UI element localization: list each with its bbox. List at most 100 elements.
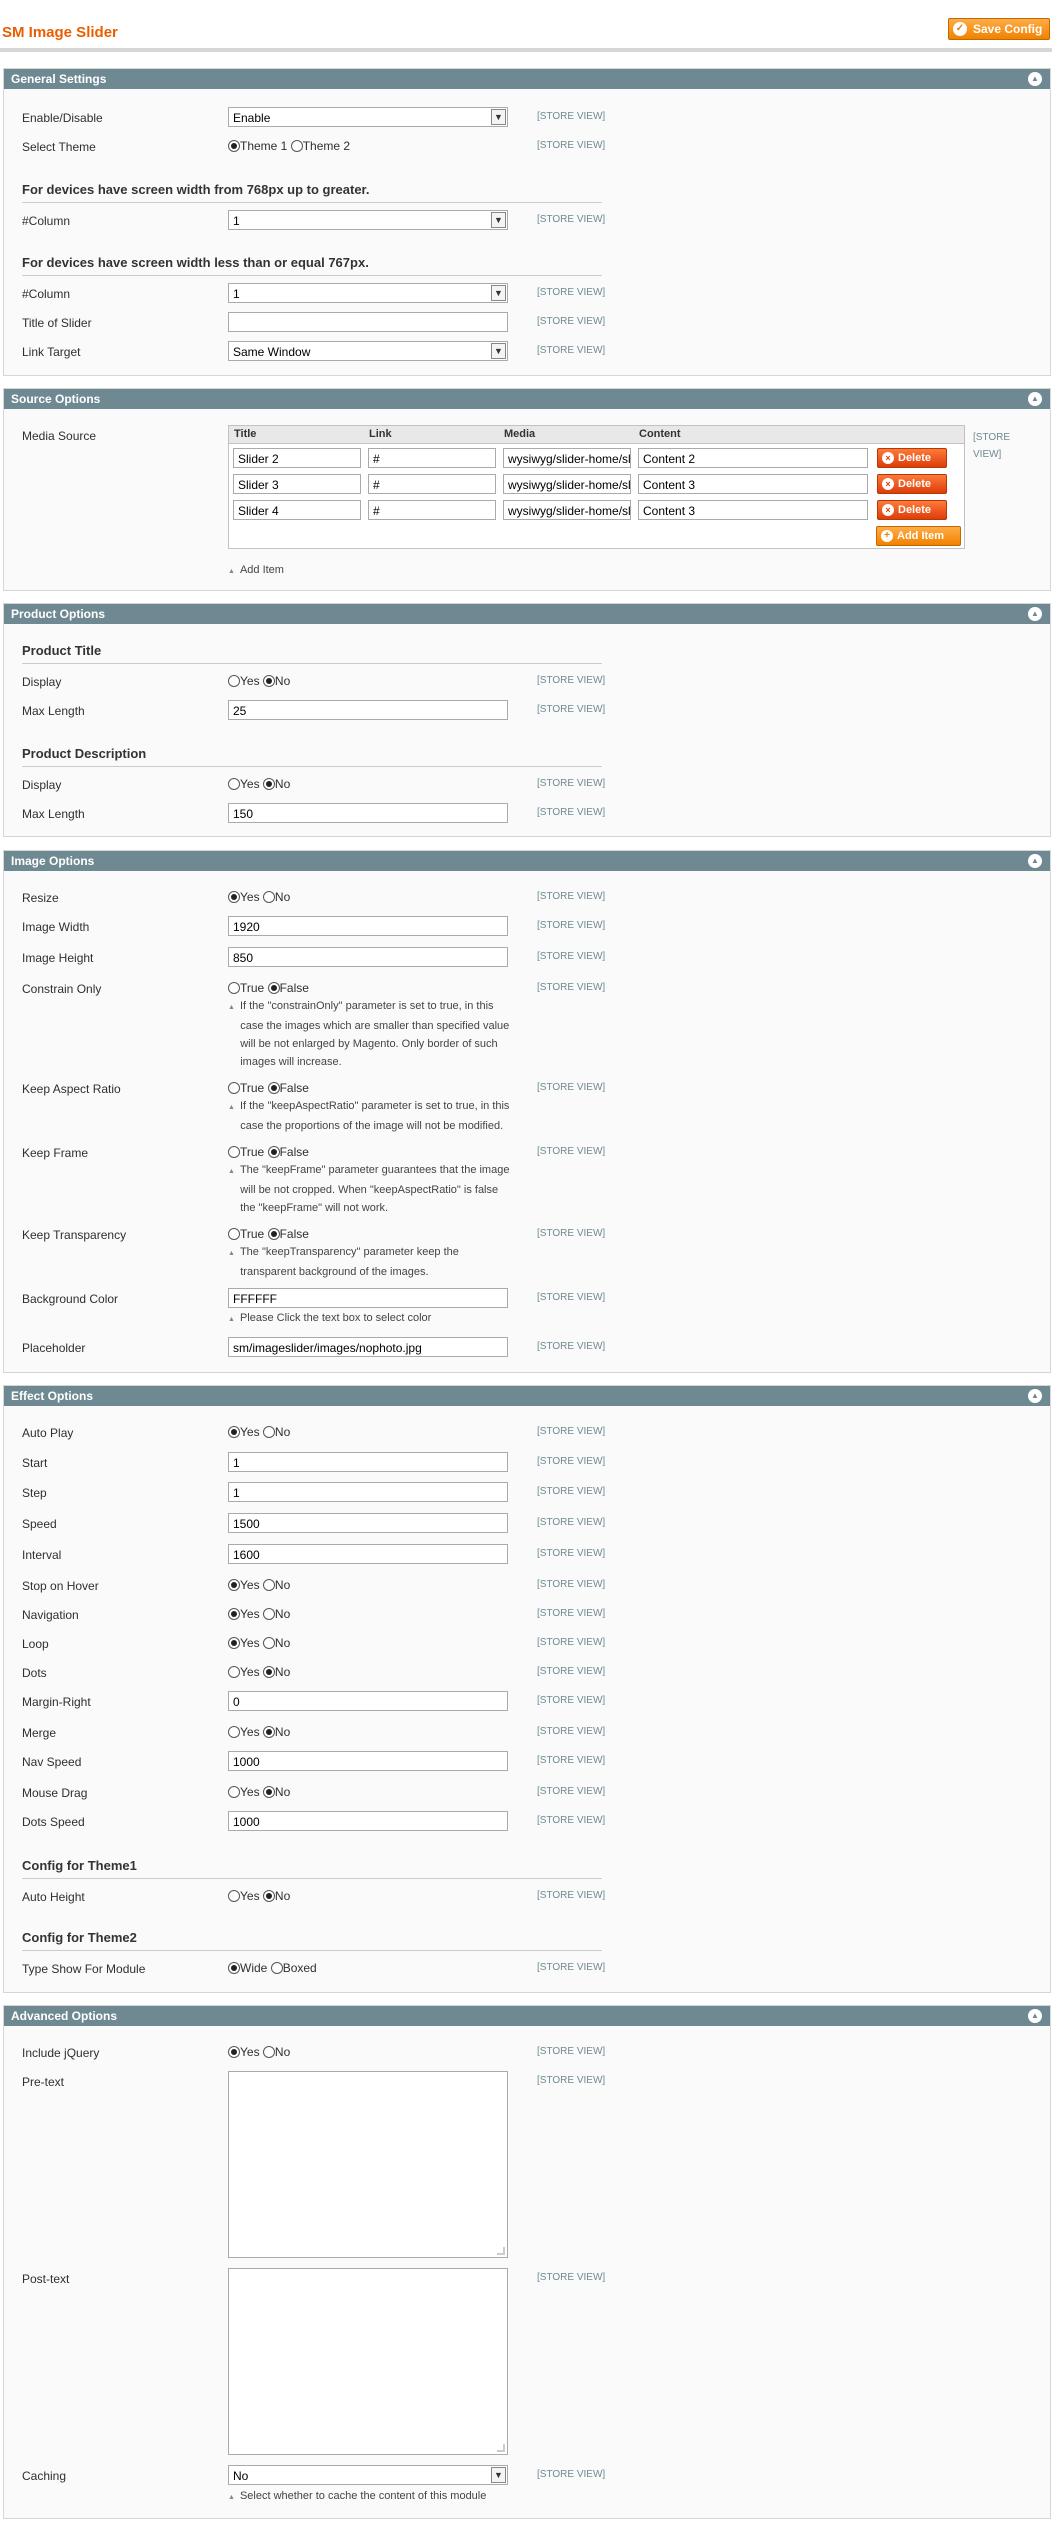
yes-radio[interactable] <box>228 675 240 687</box>
general-settings-header[interactable]: General Settings ▲ <box>4 69 1050 89</box>
resize-handle-icon[interactable] <box>497 2247 505 2255</box>
add-item-link[interactable]: ▲ Add Item <box>228 561 518 581</box>
row-content-input[interactable]: Content 3 <box>638 474 868 494</box>
no-radio[interactable] <box>262 1890 275 1902</box>
theme-radio-group[interactable]: Theme 1 Theme 2 <box>228 139 350 153</box>
no-radio[interactable] <box>262 1608 275 1620</box>
advanced-options-header[interactable]: Advanced Options ▲ <box>4 2006 1050 2026</box>
triangle-icon: ▲ <box>228 568 235 575</box>
posttext-textarea[interactable] <box>228 2268 508 2455</box>
save-config-button[interactable]: ✓ Save Config <box>948 18 1050 40</box>
placeholder-input[interactable]: sm/imageslider/images/nophoto.jpg <box>228 1337 508 1357</box>
false-radio[interactable] <box>267 1228 280 1240</box>
nav-speed-input[interactable]: 1000 <box>228 1751 508 1771</box>
row-content-input[interactable]: Content 3 <box>638 500 868 520</box>
true-radio[interactable] <box>228 1228 240 1240</box>
bg-color-note: ▲ Please Click the text box to select col… <box>228 1312 432 1324</box>
row-link-input[interactable]: # <box>368 474 496 494</box>
false-radio[interactable] <box>267 1146 280 1158</box>
title-maxlen-input[interactable]: 25 <box>228 700 508 720</box>
triangle-icon: ▲ <box>228 1250 235 1257</box>
pretext-textarea[interactable] <box>228 2071 508 2258</box>
true-radio[interactable] <box>228 1082 240 1094</box>
no-radio[interactable] <box>262 778 275 790</box>
no-radio[interactable] <box>262 1786 275 1798</box>
effect-options-header[interactable]: Effect Options ▲ <box>4 1386 1050 1406</box>
yes-radio[interactable] <box>228 2046 240 2058</box>
speed-input[interactable]: 1500 <box>228 1513 508 1533</box>
yes-radio[interactable] <box>228 1608 240 1620</box>
collapse-icon[interactable]: ▲ <box>1028 607 1042 621</box>
theme1-radio[interactable] <box>228 140 240 152</box>
row-title-input[interactable]: Slider 3 <box>233 474 361 494</box>
boxed-radio[interactable] <box>270 1962 283 1974</box>
collapse-icon[interactable]: ▲ <box>1028 392 1042 406</box>
no-radio[interactable] <box>262 675 275 687</box>
row-title-input[interactable]: Slider 2 <box>233 448 361 468</box>
column-large-select[interactable]: 1 ▼ <box>228 210 508 230</box>
collapse-icon[interactable]: ▲ <box>1028 2009 1042 2023</box>
bg-color-input[interactable]: FFFFFF <box>228 1288 508 1308</box>
yes-radio[interactable] <box>228 778 240 790</box>
row-media-input[interactable]: wysiwyg/slider-home/slider-3.jpg <box>503 474 631 494</box>
delete-button[interactable]: × Delete <box>877 448 947 468</box>
yes-radio[interactable] <box>228 1890 240 1902</box>
no-radio[interactable] <box>262 2046 275 2058</box>
true-radio[interactable] <box>228 982 240 994</box>
chevron-down-icon: ▼ <box>491 343 506 359</box>
yes-radio[interactable] <box>228 1726 240 1738</box>
row-column-small: #Column 1 ▼ [STORE VIEW] <box>4 283 1050 305</box>
collapse-icon[interactable]: ▲ <box>1028 1389 1042 1403</box>
no-radio[interactable] <box>262 891 275 903</box>
margin-right-input[interactable]: 0 <box>228 1691 508 1711</box>
dots-speed-input[interactable]: 1000 <box>228 1811 508 1831</box>
image-height-input[interactable]: 850 <box>228 947 508 967</box>
column-small-select[interactable]: 1 ▼ <box>228 283 508 303</box>
row-title-input[interactable]: Slider 4 <box>233 500 361 520</box>
desc-maxlen-input[interactable]: 150 <box>228 803 508 823</box>
row-link-input[interactable]: # <box>368 500 496 520</box>
delete-button[interactable]: × Delete <box>877 474 947 494</box>
false-radio[interactable] <box>267 982 280 994</box>
add-item-button[interactable]: + Add Item <box>876 526 961 546</box>
row-content-input[interactable]: Content 2 <box>638 448 868 468</box>
start-input[interactable]: 1 <box>228 1452 508 1472</box>
collapse-icon[interactable]: ▲ <box>1028 72 1042 86</box>
chevron-down-icon: ▼ <box>491 212 506 228</box>
slider-title-input[interactable] <box>228 312 508 332</box>
row-link-input[interactable]: # <box>368 448 496 468</box>
yes-radio[interactable] <box>228 1579 240 1591</box>
no-radio[interactable] <box>262 1579 275 1591</box>
row-interval: Interval 1600 [STORE VIEW] <box>4 1544 1050 1566</box>
row-media-input[interactable]: wysiwyg/slider-home/slider-4.jpg <box>503 500 631 520</box>
row-placeholder: Placeholder sm/imageslider/images/nophot… <box>4 1337 1050 1359</box>
no-radio[interactable] <box>262 1666 275 1678</box>
no-radio[interactable] <box>262 1637 275 1649</box>
theme2-radio[interactable] <box>290 140 303 152</box>
step-input[interactable]: 1 <box>228 1482 508 1502</box>
source-options-header[interactable]: Source Options ▲ <box>4 389 1050 409</box>
resize-handle-icon[interactable] <box>497 2444 505 2452</box>
row-media-input[interactable]: wysiwyg/slider-home/slider-2.jpg <box>503 448 631 468</box>
caching-select[interactable]: No ▼ <box>228 2465 508 2485</box>
no-radio[interactable] <box>262 1426 275 1438</box>
yes-radio[interactable] <box>228 1426 240 1438</box>
wide-radio[interactable] <box>228 1962 240 1974</box>
collapse-icon[interactable]: ▲ <box>1028 854 1042 868</box>
true-radio[interactable] <box>228 1146 240 1158</box>
delete-button[interactable]: × Delete <box>877 500 947 520</box>
enable-select[interactable]: Enable ▼ <box>228 107 508 127</box>
product-options-header[interactable]: Product Options ▲ <box>4 604 1050 624</box>
image-width-input[interactable]: 1920 <box>228 916 508 936</box>
theme1-heading: Config for Theme1 <box>22 1858 602 1879</box>
row-height: Image Height 850 [STORE VIEW] <box>4 947 1050 969</box>
yes-radio[interactable] <box>228 891 240 903</box>
interval-input[interactable]: 1600 <box>228 1544 508 1564</box>
yes-radio[interactable] <box>228 1786 240 1798</box>
image-options-header[interactable]: Image Options ▲ <box>4 851 1050 871</box>
no-radio[interactable] <box>262 1726 275 1738</box>
yes-radio[interactable] <box>228 1666 240 1678</box>
false-radio[interactable] <box>267 1082 280 1094</box>
link-target-select[interactable]: Same Window ▼ <box>228 341 508 361</box>
yes-radio[interactable] <box>228 1637 240 1649</box>
